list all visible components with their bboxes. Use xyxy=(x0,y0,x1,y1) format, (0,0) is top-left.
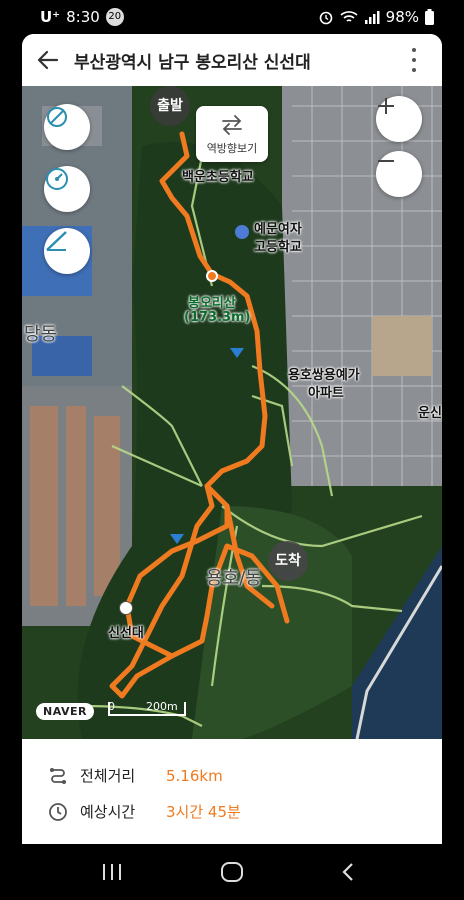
start-pin[interactable]: 출발 xyxy=(150,86,190,126)
naver-logo: NAVER xyxy=(36,703,94,720)
back-nav-icon xyxy=(342,863,353,881)
map-label-edge: 운신 xyxy=(418,406,442,421)
zoom-in-button[interactable] xyxy=(376,96,422,142)
status-bar: U⁺ 8:30 20 98% xyxy=(0,0,464,34)
wifi-icon xyxy=(340,11,358,22)
recent-apps-icon xyxy=(103,864,121,880)
battery-percent: 98% xyxy=(385,8,419,26)
speedometer-icon xyxy=(46,168,68,190)
app-bar: 부산광역시 남구 봉오리산 신선대 xyxy=(22,34,442,86)
map-label-sinseondae: 신선대 xyxy=(108,626,144,641)
route-toggle-button[interactable] xyxy=(44,104,90,150)
clock-icon xyxy=(49,802,67,821)
back-nav-button[interactable] xyxy=(333,860,363,884)
plus-icon xyxy=(378,98,394,114)
clock-time: 8:30 xyxy=(66,8,100,26)
map-label-peak-name: 봉오리산 xyxy=(188,296,236,311)
map-label-school1: 백운초등학교 xyxy=(182,170,254,185)
carrier-label: U⁺ xyxy=(40,8,61,26)
map-label-school2-line1: 예문여자 xyxy=(254,222,302,237)
battery-icon xyxy=(425,9,434,25)
distance-value: 5.16km xyxy=(166,766,223,785)
slope-button[interactable] xyxy=(44,228,90,274)
time-label: 예상시간 xyxy=(80,803,136,821)
distance-icon xyxy=(50,767,66,784)
zoom-out-button[interactable] xyxy=(376,151,422,197)
map-label-school2-line2: 고등학교 xyxy=(254,240,302,255)
scale-zero-label: 0 xyxy=(108,700,115,713)
distance-row: 전체거리 5.16km xyxy=(48,765,223,786)
system-nav-bar xyxy=(0,844,464,900)
map-label-yongho: 용호/동 xyxy=(206,568,262,589)
map-label-apt-line2: 아파트 xyxy=(308,386,344,401)
notification-count-badge: 20 xyxy=(105,8,124,26)
map-label-district: 당동 xyxy=(24,324,58,345)
slope-icon xyxy=(46,231,67,251)
home-icon xyxy=(221,862,243,882)
route-info-panel: 전체거리 5.16km 예상시간 3시간 45분 xyxy=(22,739,442,844)
end-pin[interactable]: 도착 xyxy=(268,541,308,581)
scale-distance-label: 200m xyxy=(146,700,178,713)
time-row: 예상시간 3시간 45분 xyxy=(48,801,241,822)
swap-icon xyxy=(222,115,242,135)
minus-icon xyxy=(378,160,394,162)
landmark-icon xyxy=(119,601,133,615)
reverse-direction-button[interactable]: 역방향보기 xyxy=(196,106,268,162)
map-label-peak-height: (173.3m) xyxy=(184,310,251,325)
app-screen: 부산광역시 남구 봉오리산 신선대 역방향보기 출발 도착 백운초등학교 예문여… xyxy=(22,34,442,844)
map-label-apt-line1: 용호쌍용예가 xyxy=(288,368,360,383)
no-route-icon xyxy=(47,107,67,127)
recent-apps-button[interactable] xyxy=(97,860,127,884)
distance-label: 전체거리 xyxy=(80,767,136,785)
more-options-button[interactable] xyxy=(404,48,424,72)
speed-button[interactable] xyxy=(44,166,90,212)
signal-icon xyxy=(364,11,380,24)
school-icon xyxy=(235,225,249,239)
page-title: 부산광역시 남구 봉오리산 신선대 xyxy=(74,52,311,73)
reverse-direction-label: 역방향보기 xyxy=(206,142,258,155)
more-vert-icon xyxy=(412,48,416,52)
home-button[interactable] xyxy=(217,860,247,884)
back-arrow-icon xyxy=(37,50,59,70)
time-value: 3시간 45분 xyxy=(166,803,241,821)
map-view[interactable]: 역방향보기 출발 도착 백운초등학교 예문여자 고등학교 봉오리산 (173.3… xyxy=(22,86,442,739)
alarm-icon xyxy=(319,11,332,25)
back-button[interactable] xyxy=(22,34,74,86)
